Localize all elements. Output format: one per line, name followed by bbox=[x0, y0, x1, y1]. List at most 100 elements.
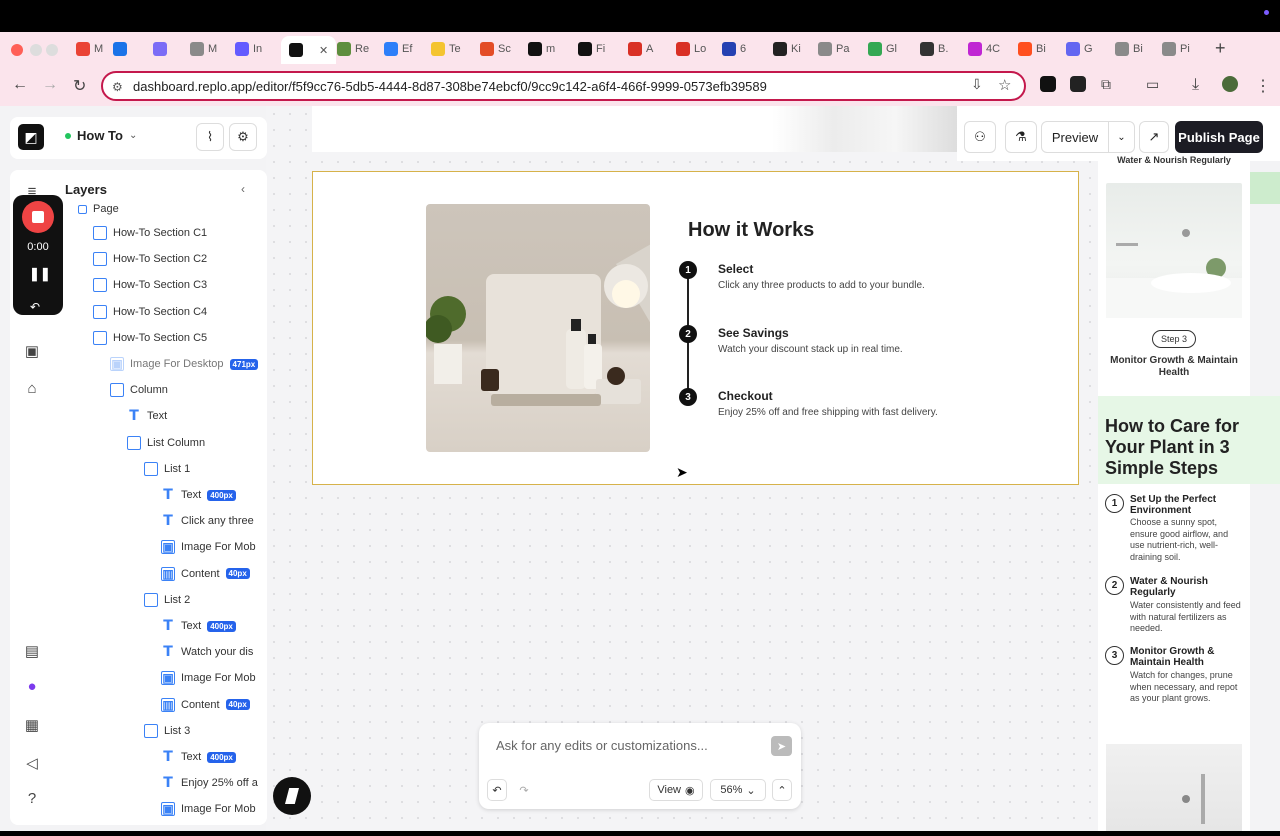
layer-item[interactable]: List Column bbox=[127, 432, 205, 454]
close-tab-icon[interactable]: ✕ bbox=[319, 44, 328, 57]
layer-item[interactable]: Page bbox=[78, 198, 119, 220]
stop-recording-button[interactable] bbox=[22, 201, 54, 233]
announce-rail-icon[interactable]: ◁ bbox=[22, 754, 42, 774]
layer-item[interactable]: List 2 bbox=[144, 589, 190, 611]
layer-item[interactable]: T Text 400px bbox=[161, 484, 236, 506]
window-zoom-button[interactable] bbox=[46, 44, 58, 56]
chat-input[interactable]: Ask for any edits or customizations... bbox=[496, 738, 708, 753]
layer-item[interactable]: T Enjoy 25% off a bbox=[161, 772, 258, 794]
browser-tab[interactable]: Bi bbox=[1115, 38, 1143, 60]
layer-item[interactable]: How-To Section C2 bbox=[93, 248, 207, 270]
layer-item[interactable]: How-To Section C4 bbox=[93, 301, 207, 323]
bookmark-star-icon[interactable]: ☆ bbox=[998, 76, 1011, 94]
replo-extension-icon[interactable] bbox=[1040, 76, 1056, 92]
image-rail-icon[interactable]: ▣ bbox=[22, 342, 42, 362]
install-app-icon[interactable]: ⇩ bbox=[971, 76, 983, 93]
browser-tab[interactable]: 6 bbox=[722, 38, 746, 60]
help-rail-icon[interactable]: ? bbox=[22, 790, 42, 810]
browser-tab[interactable]: Re bbox=[337, 38, 369, 60]
layer-item[interactable]: How-To Section C1 bbox=[93, 222, 207, 244]
templates-rail-icon[interactable]: ▦ bbox=[22, 716, 42, 736]
replo-assistant-button[interactable] bbox=[273, 777, 311, 815]
browser-tab[interactable]: Pi bbox=[1162, 38, 1190, 60]
layer-item[interactable]: List 1 bbox=[144, 458, 190, 480]
expand-chat-button[interactable]: ⌃ bbox=[772, 779, 792, 801]
browser-tab[interactable]: Gl bbox=[868, 38, 897, 60]
settings-button[interactable]: ⚙ bbox=[229, 123, 257, 151]
browser-tab[interactable]: Bi bbox=[1018, 38, 1046, 60]
downloads-icon[interactable]: ⤓ bbox=[1192, 76, 1199, 94]
layer-item[interactable]: List 3 bbox=[144, 720, 190, 742]
browser-tab[interactable]: Pa bbox=[818, 38, 849, 60]
step-description[interactable]: Watch your discount stack up in real tim… bbox=[718, 344, 903, 355]
browser-tab[interactable]: A bbox=[628, 38, 653, 60]
layer-item[interactable]: Column bbox=[110, 379, 168, 401]
browser-tab[interactable]: Ki bbox=[773, 38, 801, 60]
step-title[interactable]: Checkout bbox=[718, 389, 773, 403]
view-button[interactable]: View ◉ bbox=[649, 779, 703, 801]
browser-tab[interactable]: m bbox=[528, 38, 555, 60]
layer-item[interactable]: ▣ Image For Desktop 471px bbox=[110, 353, 259, 375]
section-image[interactable] bbox=[426, 204, 650, 452]
layer-item[interactable]: ▥ Content 40px bbox=[161, 694, 250, 716]
ai-rail-icon[interactable]: ● bbox=[22, 678, 42, 698]
open-external-button[interactable]: ↗ bbox=[1139, 121, 1169, 153]
extension-icon[interactable] bbox=[1070, 76, 1086, 92]
collapse-panel-icon[interactable]: ‹ bbox=[241, 182, 245, 196]
layer-item[interactable]: T Text 400px bbox=[161, 746, 236, 768]
browser-tab[interactable] bbox=[113, 38, 131, 60]
step-description[interactable]: Enjoy 25% off and free shipping with fas… bbox=[718, 407, 938, 418]
layer-item[interactable]: T Text 400px bbox=[161, 615, 236, 637]
profile-avatar[interactable] bbox=[1222, 76, 1238, 92]
archive-rail-icon[interactable]: ▤ bbox=[22, 642, 42, 662]
layer-item[interactable]: ▥ Content 40px bbox=[161, 563, 250, 585]
site-info-icon[interactable]: ⚙ bbox=[112, 80, 123, 94]
reload-icon[interactable]: ↻ bbox=[73, 76, 86, 96]
step-title[interactable]: Select bbox=[718, 262, 753, 276]
browser-tab[interactable]: B. bbox=[920, 38, 948, 60]
browser-tab[interactable] bbox=[153, 38, 171, 60]
browser-tab[interactable]: 4C bbox=[968, 38, 1000, 60]
layer-item[interactable]: How-To Section C5 bbox=[93, 327, 207, 349]
layer-item[interactable]: T Watch your dis bbox=[161, 641, 253, 663]
layer-item[interactable]: ▣ Image For Mob bbox=[161, 667, 256, 689]
pause-icon[interactable]: ❚❚ bbox=[29, 266, 51, 282]
tab-search-icon[interactable]: ▭ bbox=[1146, 76, 1159, 93]
analytics-button[interactable]: ⌇ bbox=[196, 123, 224, 151]
preview-button[interactable]: Preview bbox=[1041, 121, 1109, 153]
extensions-puzzle-icon[interactable]: ⧉ bbox=[1101, 76, 1111, 93]
layer-item[interactable]: T Click any three bbox=[161, 510, 254, 532]
publish-page-button[interactable]: Publish Page bbox=[1175, 121, 1263, 153]
window-minimize-button[interactable] bbox=[30, 44, 42, 56]
back-icon[interactable]: ← bbox=[12, 76, 28, 94]
page-selector[interactable]: How To ⌄ bbox=[65, 128, 137, 143]
layer-item[interactable]: ▣ Image For Mob bbox=[161, 536, 256, 558]
send-button[interactable]: ➤ bbox=[771, 736, 792, 756]
step-description[interactable]: Click any three products to add to your … bbox=[718, 280, 925, 291]
zoom-select[interactable]: 56% ⌄ bbox=[710, 779, 766, 801]
layer-item[interactable]: T Text bbox=[127, 405, 167, 427]
collaborators-button[interactable]: ⚇ bbox=[964, 121, 996, 153]
browser-tab[interactable]: Ef bbox=[384, 38, 412, 60]
forward-icon[interactable]: → bbox=[42, 76, 58, 94]
browser-tab[interactable]: Lo bbox=[676, 38, 706, 60]
browser-tab[interactable]: M bbox=[76, 38, 103, 60]
experiments-button[interactable]: ⚗ bbox=[1005, 121, 1037, 153]
url-field[interactable]: ⚙ dashboard.replo.app/editor/f5f9cc76-5d… bbox=[101, 71, 1026, 101]
window-close-button[interactable] bbox=[11, 44, 23, 56]
browser-tab[interactable]: In bbox=[235, 38, 262, 60]
browser-tab[interactable]: Te bbox=[431, 38, 461, 60]
replo-logo[interactable]: ◩ bbox=[18, 124, 44, 150]
browser-tab[interactable]: G bbox=[1066, 38, 1093, 60]
new-tab-button[interactable]: + bbox=[1215, 38, 1226, 59]
browser-tab[interactable]: ✕ bbox=[281, 36, 337, 64]
recorder-undo-icon[interactable]: ↶ bbox=[30, 300, 40, 314]
browser-menu-icon[interactable]: ⋮ bbox=[1255, 76, 1271, 96]
browser-tab[interactable]: M bbox=[190, 38, 217, 60]
undo-button[interactable]: ↶ bbox=[487, 779, 507, 801]
store-rail-icon[interactable]: ⌂ bbox=[22, 380, 42, 400]
layer-item[interactable]: How-To Section C3 bbox=[93, 274, 207, 296]
preview-options-button[interactable]: ⌄ bbox=[1108, 121, 1135, 153]
step-title[interactable]: See Savings bbox=[718, 326, 789, 340]
layer-item[interactable]: ▣ Image For Mob bbox=[161, 798, 256, 820]
